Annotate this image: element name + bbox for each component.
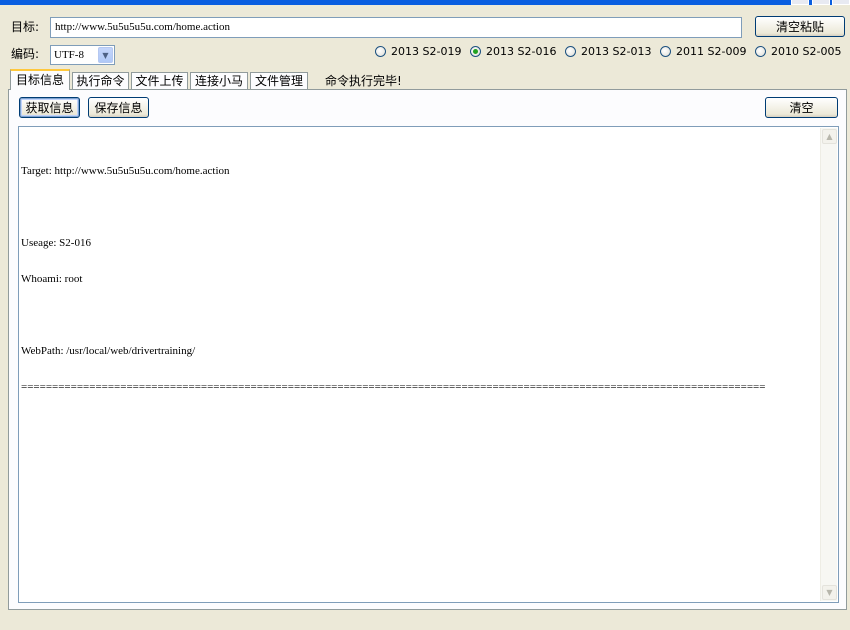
restore-button[interactable] xyxy=(812,0,830,5)
encoding-value: UTF-8 xyxy=(54,49,84,61)
title-bar xyxy=(0,0,850,5)
encoding-select[interactable]: UTF-8 ▼ xyxy=(50,45,115,65)
output-textarea[interactable]: Target: http://www.5u5u5u5u.com/home.act… xyxy=(18,126,839,603)
status-text: 命令执行完毕! xyxy=(325,74,402,88)
tab-target-info[interactable]: 目标信息 xyxy=(10,69,70,90)
target-label: 目标: xyxy=(11,20,40,34)
get-info-button[interactable]: 获取信息 xyxy=(19,97,80,118)
save-info-button[interactable]: 保存信息 xyxy=(88,97,149,118)
tab-connect-shell[interactable]: 连接小马 xyxy=(190,72,248,90)
close-button[interactable] xyxy=(832,0,850,5)
tab-file-upload[interactable]: 文件上传 xyxy=(131,72,188,90)
radio-circle-icon[interactable] xyxy=(375,46,386,57)
output-line: Useage: S2-016 xyxy=(21,237,91,249)
radio-checked-icon[interactable] xyxy=(470,46,481,57)
radio-label: 2010 S2-005 xyxy=(771,45,842,58)
clear-output-button[interactable]: 清空 xyxy=(765,97,838,118)
radio-label: 2013 S2-019 xyxy=(391,45,462,58)
output-line: WebPath: /usr/local/web/drivertraining/ xyxy=(21,345,196,357)
clear-paste-button[interactable]: 清空粘贴 xyxy=(755,16,845,37)
tab-file-manager[interactable]: 文件管理 xyxy=(250,72,308,90)
output-text: Target: http://www.5u5u5u5u.com/home.act… xyxy=(21,141,817,596)
radio-circle-icon[interactable] xyxy=(565,46,576,57)
maximize-button[interactable] xyxy=(791,0,809,5)
chevron-down-icon[interactable]: ▼ xyxy=(98,47,113,63)
radio-circle-icon[interactable] xyxy=(660,46,671,57)
output-line: ========================================… xyxy=(21,381,766,393)
scroll-up-icon[interactable]: ▲ xyxy=(822,129,837,144)
scroll-down-icon[interactable]: ▼ xyxy=(822,585,837,600)
tab-exec-command[interactable]: 执行命令 xyxy=(72,72,129,90)
radio-label: 2011 S2-009 xyxy=(676,45,747,58)
encoding-label: 编码: xyxy=(11,47,40,61)
vertical-scrollbar[interactable]: ▲ ▼ xyxy=(820,128,837,601)
target-url-input[interactable]: http://www.5u5u5u5u.com/home.action xyxy=(50,17,742,38)
radio-label: 2013 S2-016 xyxy=(486,45,557,58)
output-line: Target: http://www.5u5u5u5u.com/home.act… xyxy=(21,165,230,177)
output-line: Whoami: root xyxy=(21,273,83,285)
radio-circle-icon[interactable] xyxy=(755,46,766,57)
radio-label: 2013 S2-013 xyxy=(581,45,652,58)
